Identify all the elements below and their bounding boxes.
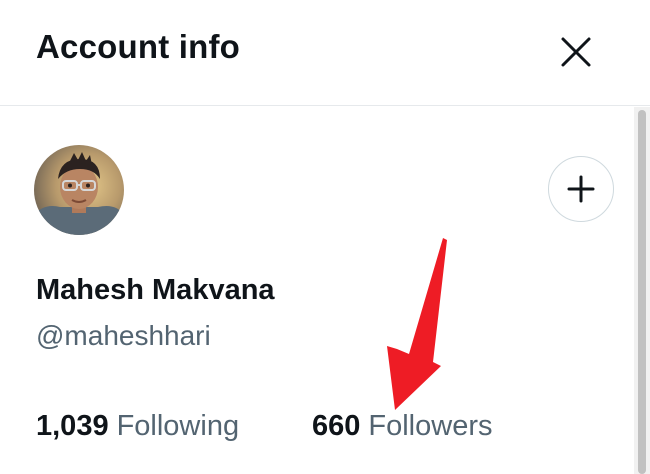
following-link[interactable]: 1,039 Following: [36, 410, 239, 443]
close-button[interactable]: [552, 28, 600, 76]
plus-icon: [567, 175, 595, 203]
scrollbar-thumb[interactable]: [638, 110, 646, 474]
avatar-image: [34, 145, 124, 235]
followers-link[interactable]: 660 Followers: [312, 410, 492, 443]
avatar[interactable]: [34, 145, 124, 235]
annotation-arrow-icon: [387, 238, 447, 410]
username-handle: @maheshhari: [36, 320, 211, 351]
followers-count: 660: [312, 410, 361, 442]
follow-button[interactable]: [548, 156, 614, 222]
close-icon: [561, 37, 591, 67]
following-label: Following: [116, 410, 240, 442]
following-count: 1,039: [36, 410, 109, 442]
account-info-screen: Account info Mahesh Makvana @maheshhari …: [0, 0, 650, 474]
header: Account info: [0, 0, 650, 106]
followers-label: Followers: [368, 410, 493, 442]
arrow-shape: [387, 238, 447, 410]
display-name: Mahesh Makvana: [36, 274, 275, 306]
page-title: Account info: [36, 28, 241, 65]
